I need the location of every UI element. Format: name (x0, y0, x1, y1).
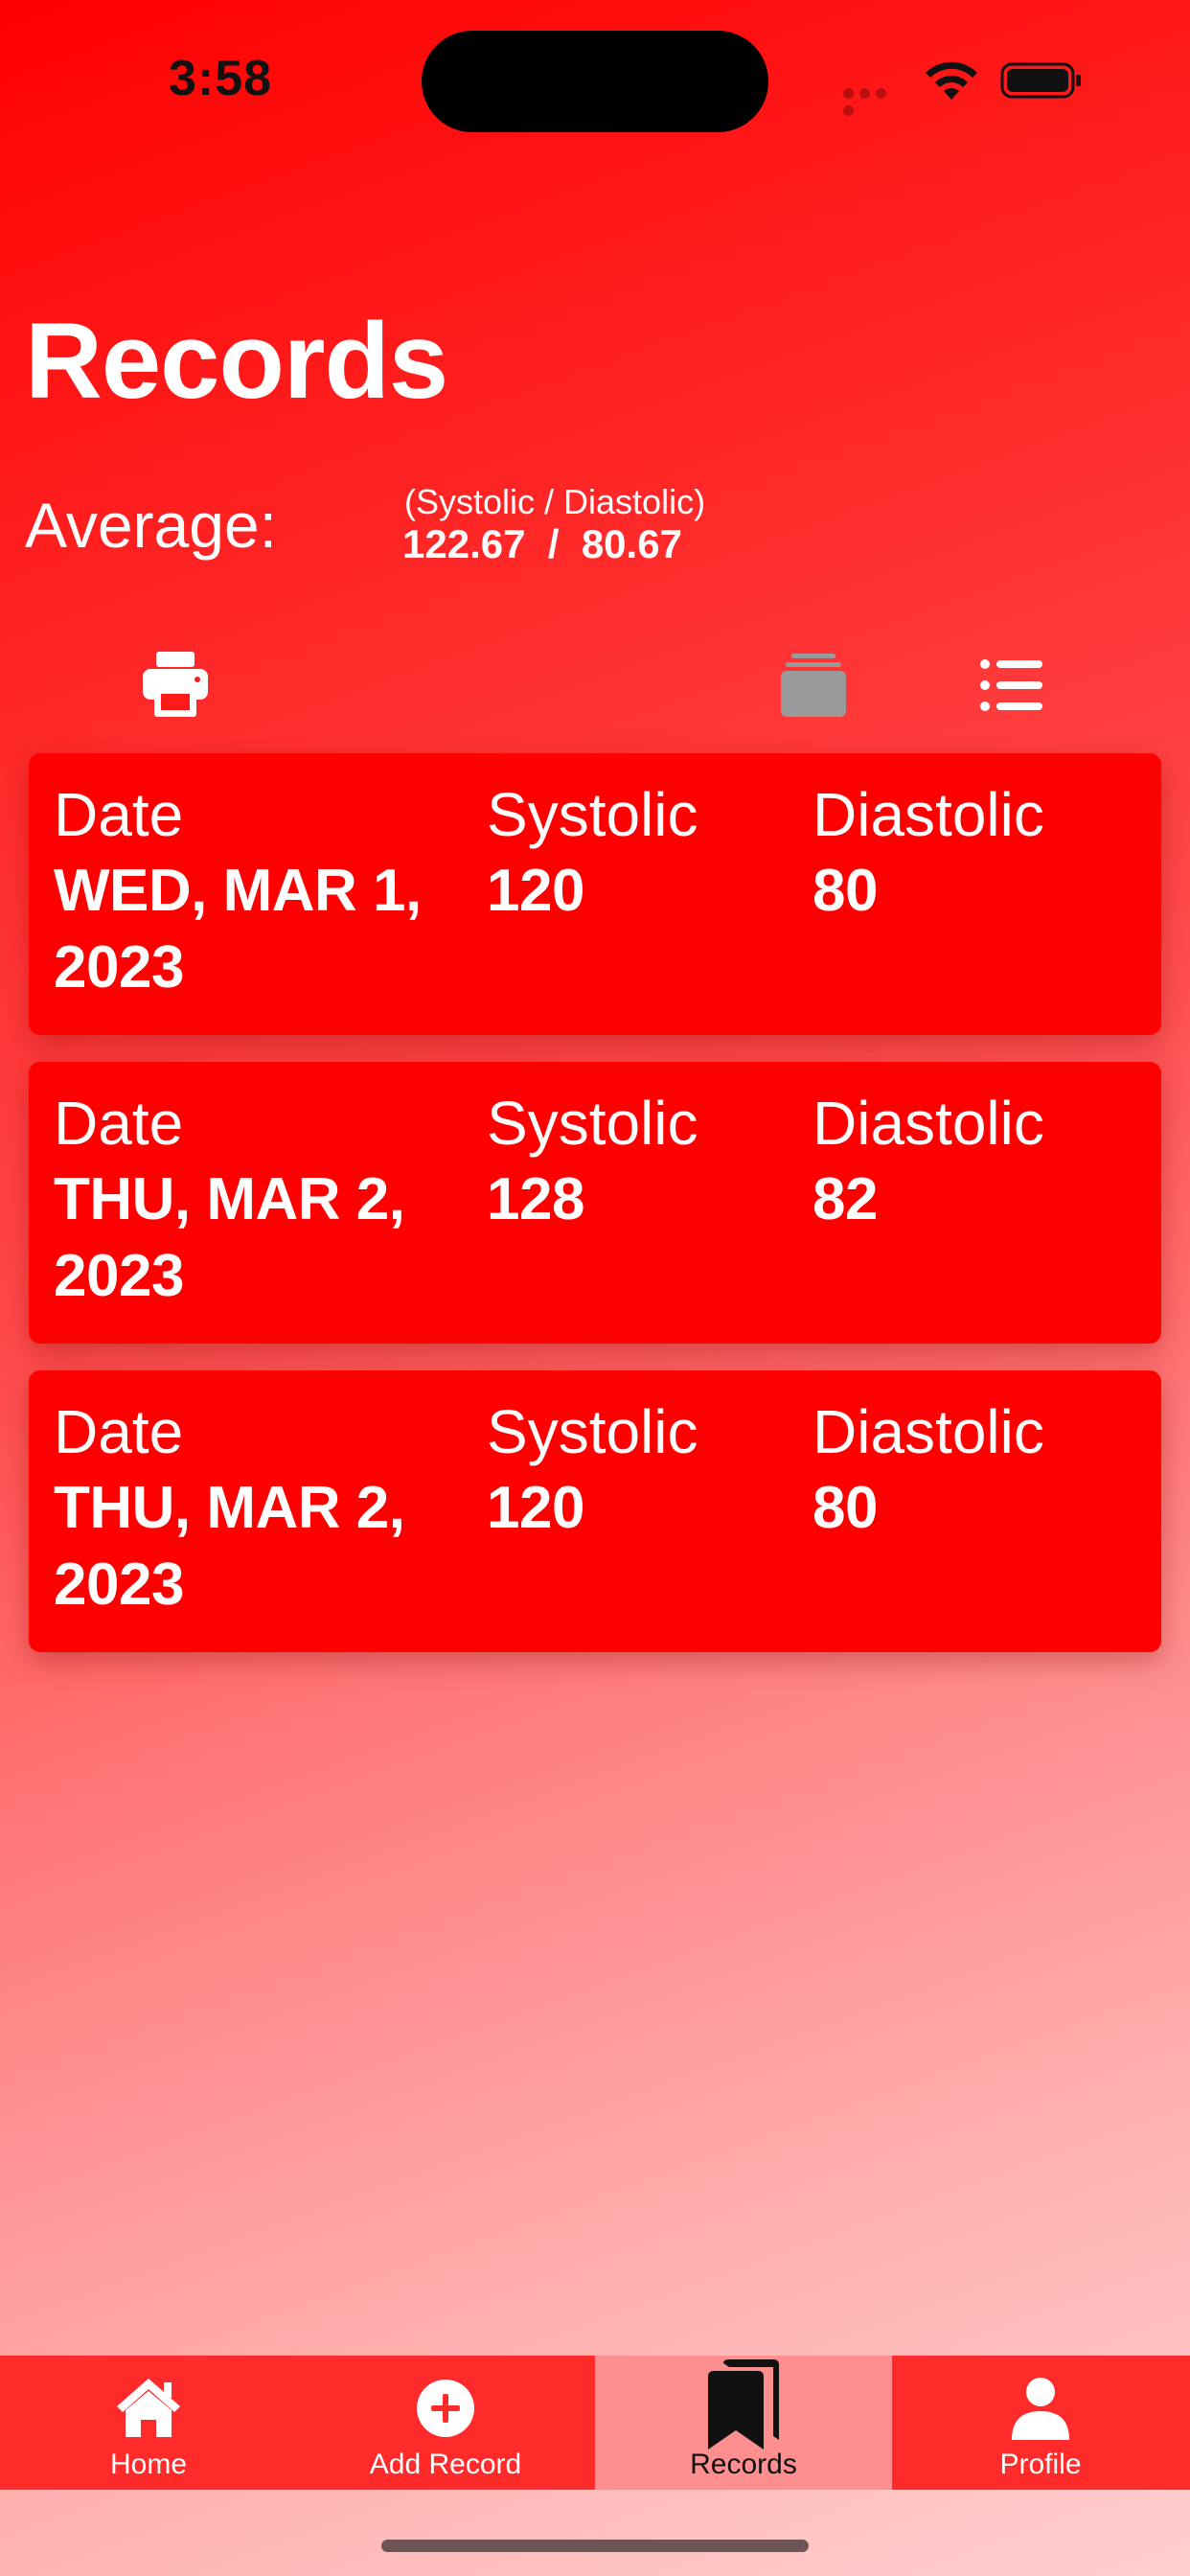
systolic-value: 120 (487, 858, 584, 924)
record-systolic-column: Systolic 120 (487, 1393, 774, 1547)
date-value: WED, MAR 1, 2023 (54, 858, 422, 1000)
average-systolic: 122.67 (402, 521, 526, 566)
record-date-column: Date WED, MAR 1, 2023 (54, 776, 466, 1006)
systolic-label: Systolic (487, 1089, 698, 1158)
average-diastolic: 80.67 (581, 521, 682, 566)
record-diastolic-column: Diastolic 82 (812, 1085, 1138, 1238)
diastolic-value: 80 (812, 1475, 878, 1541)
diastolic-label: Diastolic (812, 1089, 1044, 1158)
diastolic-value: 80 (812, 858, 878, 924)
tab-home[interactable]: Home (0, 2356, 297, 2490)
list-icon[interactable] (979, 657, 1044, 713)
tab-add-record[interactable]: Add Record (297, 2356, 594, 2490)
tab-label: Add Record (369, 2449, 522, 2480)
date-value: THU, MAR 2, 2023 (54, 1166, 405, 1309)
cellular-signal-icon (843, 86, 906, 116)
tab-label: Profile (999, 2449, 1082, 2480)
wifi-icon (926, 61, 977, 100)
record-card[interactable]: Date THU, MAR 2, 2023 Systolic 120 Diast… (29, 1370, 1161, 1652)
add-circle-icon (417, 2380, 474, 2437)
page-title: Records (25, 301, 448, 421)
average-caption: (Systolic / Diastolic) (404, 482, 706, 521)
diastolic-label: Diastolic (812, 780, 1044, 849)
stack-icon[interactable] (780, 652, 847, 719)
systolic-label: Systolic (487, 1397, 698, 1466)
home-indicator[interactable] (381, 2540, 809, 2552)
record-card[interactable]: Date THU, MAR 2, 2023 Systolic 128 Diast… (29, 1062, 1161, 1344)
bookmarks-icon (708, 2359, 779, 2450)
record-date-column: Date THU, MAR 2, 2023 (54, 1085, 466, 1315)
status-time: 3:58 (169, 51, 273, 106)
date-label: Date (54, 1089, 184, 1158)
record-systolic-column: Systolic 128 (487, 1085, 774, 1238)
diastolic-value: 82 (812, 1166, 878, 1232)
record-date-column: Date THU, MAR 2, 2023 (54, 1393, 466, 1623)
records-list: Date WED, MAR 1, 2023 Systolic 120 Diast… (29, 753, 1161, 1679)
tab-records[interactable]: Records (595, 2356, 892, 2490)
home-icon (117, 2379, 180, 2437)
record-diastolic-column: Diastolic 80 (812, 1393, 1138, 1547)
systolic-label: Systolic (487, 780, 698, 849)
dynamic-island (422, 31, 768, 132)
average-values: 122.67 / 80.67 (402, 521, 682, 567)
tab-label: Records (690, 2449, 797, 2480)
print-icon[interactable] (141, 650, 210, 719)
date-label: Date (54, 780, 184, 849)
average-separator: / (547, 521, 560, 566)
tab-label: Home (109, 2449, 188, 2480)
status-bar: 3:58 (0, 0, 1190, 163)
average-label: Average: (25, 490, 277, 561)
battery-icon (1000, 62, 1081, 99)
record-card[interactable]: Date WED, MAR 1, 2023 Systolic 120 Diast… (29, 753, 1161, 1035)
date-value: THU, MAR 2, 2023 (54, 1475, 405, 1618)
record-systolic-column: Systolic 120 (487, 776, 774, 930)
diastolic-label: Diastolic (812, 1397, 1044, 1466)
systolic-value: 128 (487, 1166, 584, 1232)
date-label: Date (54, 1397, 184, 1466)
record-diastolic-column: Diastolic 80 (812, 776, 1138, 930)
tab-bar: Home Add Record Records Profile (0, 2356, 1190, 2490)
systolic-value: 120 (487, 1475, 584, 1541)
tab-profile[interactable]: Profile (892, 2356, 1189, 2490)
person-icon (1012, 2378, 1069, 2440)
